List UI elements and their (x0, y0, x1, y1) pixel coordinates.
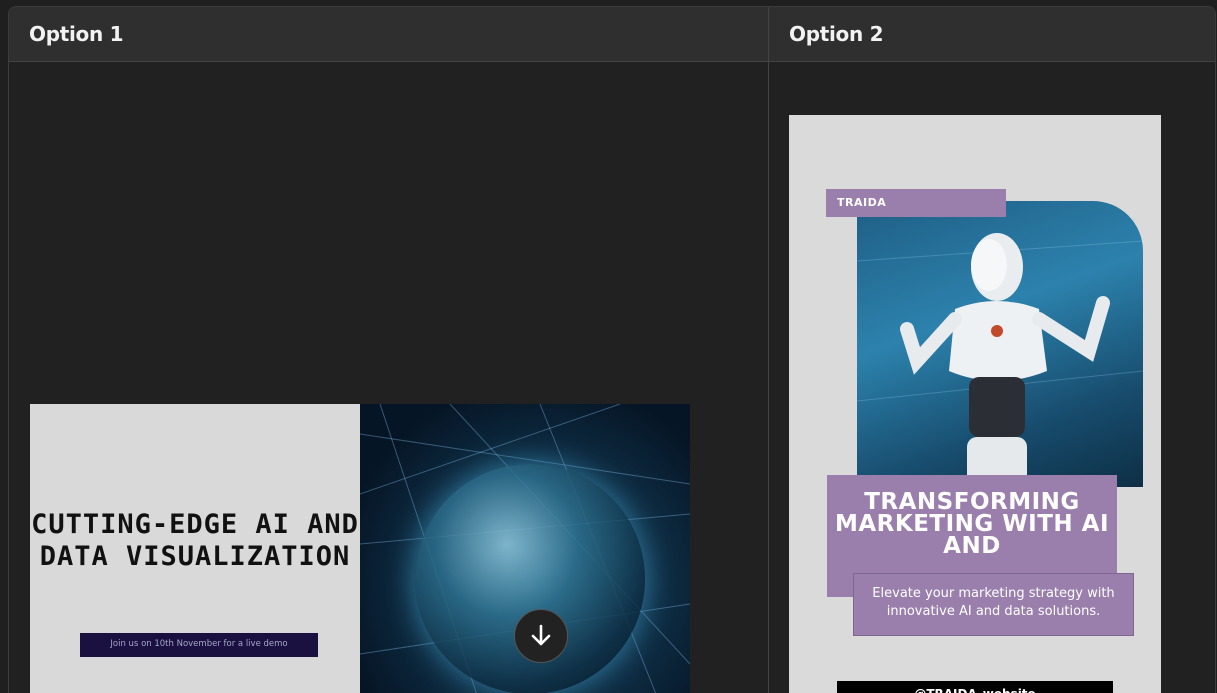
option-1-title: Option 1 (29, 22, 124, 46)
option-1-text-panel: CUTTING-EDGE AI AND DATA VISUALIZATION J… (30, 404, 360, 693)
option-2-headline: TRANSFORMING MARKETING WITH AI AND (834, 491, 1110, 559)
brand-tag: TRAIDA (826, 189, 1006, 217)
option-1-headline: CUTTING-EDGE AI AND DATA VISUALIZATION (31, 509, 359, 572)
option-2-subtext: Elevate your marketing strategy with inn… (872, 586, 1115, 619)
comparison-header: Option 1 Option 2 (9, 7, 1215, 62)
column-divider (768, 7, 769, 693)
download-button[interactable] (514, 609, 568, 663)
option-1-ribbon: Join us on 10th November for a live demo (80, 633, 318, 657)
robot-icon (857, 233, 1143, 487)
option-1-image[interactable]: CUTTING-EDGE AI AND DATA VISUALIZATION J… (30, 404, 690, 693)
option-2-title: Option 2 (789, 22, 884, 46)
comparison-panel: Option 1 Option 2 CUTTING-EDGE AI AND DA… (8, 6, 1216, 693)
robot-image (857, 201, 1143, 487)
arrow-down-icon (531, 624, 551, 646)
website-bar: @TRAIDA_website (837, 681, 1113, 693)
option-2-image[interactable]: TRAIDA TRANSFORMING MARKETING WITH AI AN… (789, 115, 1161, 693)
